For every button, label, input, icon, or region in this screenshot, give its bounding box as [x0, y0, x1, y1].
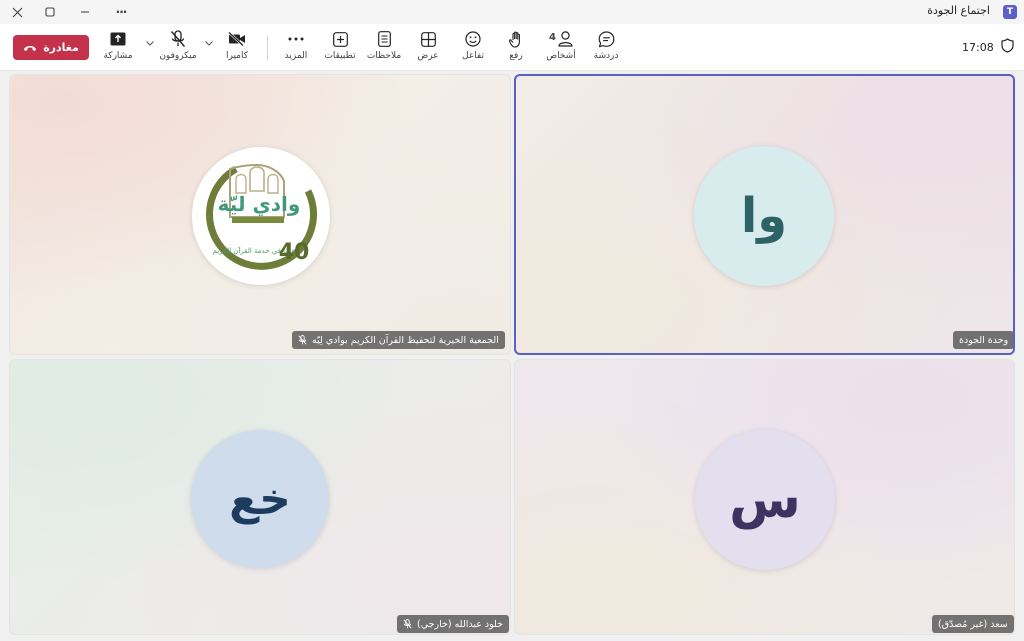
participant-avatar: خع [191, 430, 329, 568]
security-button[interactable] [1001, 38, 1014, 57]
participant-avatar: وا [694, 146, 834, 286]
raise-hand-button[interactable]: رفع [504, 28, 528, 68]
chat-button[interactable]: دردشة [592, 28, 620, 68]
mic-options-chevron[interactable] [146, 39, 154, 49]
apps-button[interactable]: تطبيقات [324, 28, 356, 68]
participant-name-chip: خلود عبدالله (خارجي) [397, 615, 510, 633]
view-label: عرض [417, 51, 439, 61]
maximize-icon [45, 7, 55, 17]
people-button[interactable]: 4 أشخاص [544, 28, 578, 68]
leave-label: مغادرة [43, 41, 79, 54]
participant-initials: خع [229, 473, 291, 525]
more-options-button[interactable]: ··· [104, 0, 138, 24]
mic-off-icon [403, 619, 412, 629]
participant-initials: س [729, 470, 801, 530]
camera-options-chevron[interactable] [205, 39, 213, 49]
title-bar: ··· اجتماع الجودة T [0, 0, 1024, 24]
logo-name: وادي ليّة [218, 192, 301, 217]
toolbar-separator [267, 36, 268, 60]
chat-icon [598, 30, 614, 47]
participant-name: الجمعية الخيرية لتحفيظ القرآن الكريم بوا… [312, 334, 499, 346]
maximize-window-button[interactable] [33, 0, 67, 24]
more-icon: ··· [115, 5, 128, 19]
more-label: المزيد [284, 51, 308, 61]
microphone-button[interactable]: ميكروفون [159, 28, 197, 68]
camera-label: كاميرا [225, 51, 249, 61]
hand-icon [508, 31, 520, 48]
react-button[interactable]: تفاعل [458, 28, 488, 68]
window-title: اجتماع الجودة [927, 4, 990, 17]
camera-button[interactable]: كاميرا [222, 28, 252, 68]
participant-name-chip: الجمعية الخيرية لتحفيظ القرآن الكريم بوا… [292, 331, 505, 349]
close-window-button[interactable] [0, 0, 34, 24]
view-grid-icon [420, 31, 436, 47]
emoji-icon [465, 31, 481, 47]
people-count: 4 [549, 31, 556, 43]
share-icon [110, 32, 126, 46]
participant-initials: وا [740, 188, 788, 244]
microphone-label: ميكروفون [159, 51, 197, 61]
people-label: أشخاص [546, 51, 576, 61]
participant-name-chip: سعد (غير مُصدّق) [932, 615, 1014, 633]
association-logo: وادي ليّة عامًا في خدمة القرآن الكريم 40 [206, 163, 318, 270]
participant-tile[interactable]: خع خلود عبدالله (خارجي) [9, 359, 511, 635]
shield-icon [1001, 38, 1014, 53]
notes-label: ملاحظات [366, 51, 402, 61]
chat-label: دردشة [593, 51, 619, 61]
leave-button[interactable]: مغادرة [13, 35, 89, 60]
raise-hand-label: رفع [509, 51, 523, 61]
participant-tile[interactable]: وادي ليّة عامًا في خدمة القرآن الكريم 40… [9, 74, 511, 355]
teams-logo-icon: T [1003, 5, 1017, 19]
participant-name: سعد (غير مُصدّق) [938, 618, 1008, 630]
participant-name-chip: وحدة الجودة [953, 331, 1013, 349]
camera-off-icon [228, 32, 245, 46]
more-button[interactable]: المزيد [282, 28, 310, 68]
apps-icon [332, 31, 348, 47]
phone-hangup-icon [24, 45, 37, 51]
minimize-icon [81, 11, 89, 13]
participant-avatar: س [695, 430, 835, 570]
more-icon [288, 37, 304, 41]
meeting-clock: 17:08 [962, 41, 994, 54]
view-button[interactable]: عرض [416, 28, 440, 68]
meeting-toolbar: مغادرة مشاركة ميكروفون كاميرا المزيد تطب… [0, 24, 1024, 71]
participant-tile-active[interactable]: وا وحدة الجودة [514, 74, 1015, 355]
share-label: مشاركة [103, 51, 133, 61]
apps-label: تطبيقات [324, 51, 356, 61]
participant-name: وحدة الجودة [959, 334, 1009, 346]
notes-icon [377, 31, 391, 47]
chevron-down-icon [205, 41, 213, 46]
notes-button[interactable]: ملاحظات [366, 28, 402, 68]
participant-avatar-logo: وادي ليّة عامًا في خدمة القرآن الكريم 40 [192, 147, 330, 285]
people-icon [558, 31, 573, 47]
mic-off-icon [298, 335, 307, 345]
minimize-window-button[interactable] [68, 0, 102, 24]
share-button[interactable]: مشاركة [103, 28, 133, 68]
mic-off-icon [170, 30, 186, 47]
participant-name: خلود عبدالله (خارجي) [417, 618, 504, 630]
logo-number: 40 [279, 240, 310, 265]
participant-tile[interactable]: س سعد (غير مُصدّق) [514, 359, 1015, 635]
close-icon [12, 7, 22, 17]
react-label: تفاعل [462, 51, 484, 61]
chevron-down-icon [146, 41, 154, 46]
